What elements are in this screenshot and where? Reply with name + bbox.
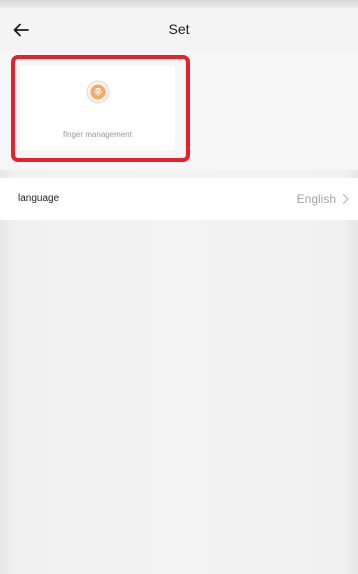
language-row[interactable]: language English bbox=[0, 178, 358, 220]
finger-management-label: finger management bbox=[63, 130, 132, 139]
page-title: Set bbox=[168, 21, 190, 37]
fingerprint-icon bbox=[86, 80, 110, 104]
header: Set bbox=[0, 8, 358, 52]
status-bar-edge bbox=[0, 0, 358, 8]
function-tiles: finger management bbox=[0, 52, 358, 170]
language-label: language bbox=[18, 193, 60, 204]
chevron-right-icon bbox=[342, 193, 349, 205]
language-value: English bbox=[296, 192, 336, 206]
finger-management-tile[interactable]: finger management bbox=[20, 66, 175, 150]
settings-screen: Set finger management language English bbox=[0, 0, 358, 574]
